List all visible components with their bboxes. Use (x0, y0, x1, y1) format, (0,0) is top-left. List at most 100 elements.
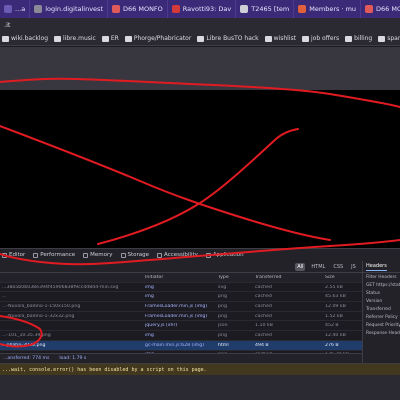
cell-type: png (218, 313, 227, 319)
cell-initiator: jquery.js (xhr) (145, 323, 178, 329)
cell-size: 452 B (325, 323, 339, 329)
filter-button[interactable]: CSS (331, 263, 345, 271)
favicon-icon (171, 5, 180, 13)
header-type[interactable]: Type (218, 275, 255, 280)
devtools-tab-label: Application (212, 252, 244, 258)
cell-transferred: 1.10 kB (255, 323, 273, 329)
bookmark-label: wiki.backlog (11, 35, 49, 42)
devtools-tab-icon (33, 252, 39, 258)
browser-tab[interactable]: D66 MONFO (108, 0, 168, 18)
bookmark-item[interactable]: ER (101, 35, 119, 42)
cell-file: ...phatin-2020.png (2, 342, 46, 348)
cell-size: 276 B (325, 342, 339, 348)
bookmark-label: billing (354, 35, 373, 42)
folder-icon (54, 35, 62, 42)
table-row[interactable]: ...phatin-2020.png gc-main.min.js:628 (im… (0, 340, 362, 351)
tab-label: T2465 [tem (251, 5, 290, 13)
cell-type: png (218, 332, 227, 338)
table-row[interactable]: ... img png cached 45.63 kB (0, 292, 362, 303)
devtools-tab-icon (2, 252, 7, 258)
header-detail-line: Status (366, 290, 380, 296)
cell-size: 1.52 kB (325, 313, 343, 319)
favicon-icon (365, 5, 374, 13)
devtools-tab[interactable]: Application (205, 252, 244, 258)
bookmark-label: Libre BusTO hack (206, 35, 259, 42)
bookmark-item[interactable]: wiki.backlog (2, 35, 48, 42)
devtools-tab-icon (120, 252, 126, 258)
devtools-tab-icon (83, 252, 89, 258)
cell-size: 2.55 kB (325, 284, 343, 290)
browser-tab[interactable]: Ravotti93: Dav (168, 0, 237, 18)
favicon-icon (298, 5, 307, 13)
devtools-tab[interactable]: Performance (33, 252, 75, 258)
devtools-tab-icon (205, 252, 211, 258)
cell-transferred: 494 B (255, 342, 269, 348)
favicon-icon (4, 5, 12, 13)
url-bar[interactable]: .it (0, 18, 400, 32)
bookmark-item[interactable]: libre.music (54, 35, 96, 42)
folder-icon (101, 35, 109, 42)
header-transferred[interactable]: Transferred (255, 275, 325, 280)
cell-file: ...38a5b0b038e394f45906838f9cc4d8d4-min.… (2, 284, 119, 290)
devtools-tabs: Editor Performance Memory Storage Accessibil… (0, 248, 400, 261)
bookmark-item[interactable]: wishlist (264, 35, 296, 42)
browser-tab[interactable]: ...a (0, 0, 31, 18)
cell-type: png (218, 303, 227, 309)
folder-icon (302, 35, 309, 42)
browser-tab[interactable]: T2465 [tem (236, 0, 295, 18)
bookmark-label: job offers (311, 35, 340, 42)
devtools-tab[interactable]: Accessibility (157, 252, 198, 258)
devtools-tab-label: Accessibility (164, 252, 198, 258)
table-row[interactable]: ...-Nuvola_badino-1-32x32.png FramesLoade… (0, 312, 362, 322)
tab-label: Members · mu (309, 5, 357, 13)
cell-size: 12.09 kB (325, 303, 346, 309)
cell-file: ...-Nuvola_badino-1-32x32.png (2, 313, 75, 319)
browser-tab[interactable]: D66 MONFO (361, 0, 400, 18)
folder-icon (2, 35, 9, 42)
cell-file: ...-Nuvola_badino-1-150x150.png (2, 303, 81, 309)
cell-type: json (218, 323, 228, 329)
devtools-tab[interactable]: Editor (2, 252, 25, 258)
bookmarks-toolbar: wiki.backlog libre.music ER Phorge/Phabrica… (0, 32, 400, 46)
header-detail-line: Request Priority (366, 322, 400, 328)
header-initiator[interactable]: Initiator (145, 275, 218, 280)
bookmark-item[interactable]: Phorge/Phabricator (124, 35, 192, 42)
table-row[interactable]: ...38a5b0b038e394f45906838f9cc4d8d4-min.… (0, 283, 362, 293)
header-size[interactable]: Size (325, 275, 362, 280)
header-detail-line: Filter Headers (366, 274, 397, 280)
folder-icon (124, 35, 132, 42)
filter-button[interactable]: All (295, 263, 306, 271)
bookmark-item[interactable]: billing (345, 35, 372, 42)
table-row[interactable]: jquery.js (xhr) json 1.10 kB 452 B (0, 321, 362, 332)
table-header: Initiator Type Transferred Size (0, 273, 362, 283)
bookmark-label: wishlist (273, 35, 296, 42)
page-black-canvas (0, 90, 400, 248)
network-status-bar: ...ansferred: 774 ms load: 1.79 s (0, 353, 362, 363)
cell-initiator: FramesLoader.min.js (img) (145, 313, 208, 319)
cell-type: svg (218, 284, 227, 290)
devtools-tab-label: Editor (9, 252, 26, 258)
filter-button[interactable]: HTML (309, 263, 327, 271)
bookmark-item[interactable]: job offers (302, 35, 339, 42)
devtools-tab[interactable]: Memory (83, 252, 113, 258)
tab-label: D66 MONFO (376, 5, 400, 13)
url-text: .it (4, 21, 11, 29)
cell-transferred: cached (255, 303, 272, 309)
bookmark-label: Phorge/Phabricator (133, 35, 192, 42)
devtools-tab[interactable]: Storage (120, 252, 149, 258)
browser-tab[interactable]: login.digitalinvest (30, 0, 108, 18)
bookmark-label: ER (110, 35, 119, 42)
console-panel: ...wait, console.error() has been disabl… (0, 363, 400, 400)
browser-tab[interactable]: Members · mu (294, 0, 362, 18)
bookmark-item[interactable]: spam.abuse (378, 35, 400, 42)
tab-headers[interactable]: Headers (363, 261, 400, 273)
tab-label: login.digitalinvest (45, 5, 103, 13)
favicon-icon (112, 5, 120, 13)
console-warning: ...wait, console.error() has been disabl… (0, 364, 400, 375)
table-row[interactable]: ...-Nuvola_badino-1-150x150.png FramesLoa… (0, 302, 362, 312)
tab-label: D66 MONFO (123, 5, 163, 13)
bookmark-item[interactable]: Libre BusTO hack (197, 35, 259, 42)
table-row[interactable]: ...-101_10.35.39.png img png cached 12.40 kB (0, 331, 362, 341)
filter-button[interactable]: JS (349, 263, 358, 271)
cell-type: html (218, 342, 229, 348)
